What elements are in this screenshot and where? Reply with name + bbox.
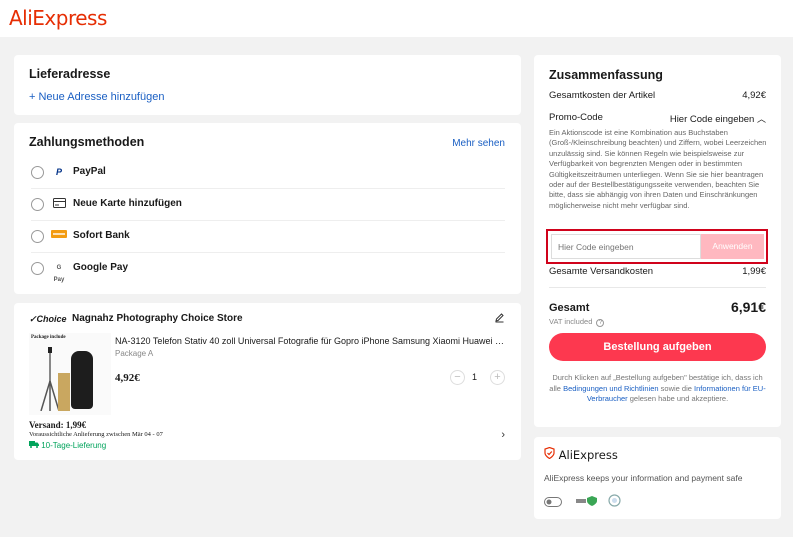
gpay-icon: G Pay [53,265,65,283]
shield-icon [544,446,559,462]
payment-option-google-pay[interactable]: G Pay Google Pay [31,253,505,285]
shipping-value: 1,99€ [742,266,766,277]
promo-toggle-label: Hier Code eingeben [669,114,755,125]
radio-button[interactable] [31,166,44,179]
see-more-link[interactable]: Mehr sehen [452,138,505,149]
box-graphic [58,373,70,411]
promo-code-input[interactable] [551,234,701,259]
address-card: Lieferadresse + Neue Adresse hinzufügen [14,55,521,115]
chevron-right-icon[interactable]: › [501,429,505,441]
divider [549,287,766,288]
quantity-value: 1 [472,372,478,382]
shipping-label: Gesamte Versandkosten [549,266,654,277]
promo-info: Ein Aktionscode ist eine Kombination aus… [549,128,767,210]
chevron-up-icon: ︿ [756,114,766,124]
payment-option-label: Sofort Bank [73,230,130,241]
radio-button[interactable] [31,230,44,243]
vat-label: VAT included [549,317,593,326]
paypal-icon: P [55,167,62,177]
delivery-badge-label: 10-Tage-Lieferung [41,441,107,450]
payment-option-card[interactable]: Neue Karte hinzufügen [31,189,505,221]
promo-label: Promo-Code [549,112,603,123]
image-caption: Package include [31,335,66,340]
product-image[interactable]: Package include [29,333,111,415]
shipping-row: Gesamte Versandkosten 1,99€ [549,266,766,277]
radio-button[interactable] [31,262,44,275]
sofort-icon [51,230,67,242]
verified-badge-icon [576,494,598,506]
bag-graphic [71,351,93,409]
info-icon[interactable]: ? [596,319,605,327]
place-order-button[interactable]: Bestellung aufgeben [549,333,766,361]
payment-option-label: PayPal [73,166,106,177]
payment-title: Zahlungsmethoden [29,135,145,149]
legal-suffix: gelesen habe und akzeptiere. [627,394,729,403]
store-name[interactable]: Nagnahz Photography Choice Store [72,313,243,324]
product-variant: Package A [115,349,154,358]
delivery-badge: 10-Tage-Lieferung [29,441,106,450]
truck-icon [29,441,41,450]
items-total-row: Gesamtkosten der Artikel 4,92€ [549,90,766,101]
trust-logo: AliExpress [544,446,618,462]
legal-text: Durch Klicken auf „Bestellung aufgeben" … [549,373,766,405]
items-total-label: Gesamtkosten der Artikel [549,90,656,101]
add-address-link[interactable]: + Neue Adresse hinzufügen [29,91,164,103]
store-card: ✓Choice Nagnahz Photography Choice Store… [14,303,521,460]
promo-row[interactable]: Promo-Code Hier Code eingeben ︿ [549,112,766,125]
edit-icon[interactable] [494,312,505,326]
estimated-delivery: Voraussichtliche Anlieferung zwischen Mä… [29,431,163,438]
product-title[interactable]: NA-3120 Telefon Stativ 40 zoll Universal… [115,336,507,346]
security-badge-icon [544,494,562,507]
radio-button[interactable] [31,198,44,211]
payment-card: Zahlungsmethoden Mehr sehen P PayPal Neu… [14,123,521,294]
decrease-button[interactable]: − [450,370,465,385]
increase-button[interactable]: + [490,370,505,385]
apply-button[interactable]: Anwenden [701,234,764,259]
top-bar: AliExpress [0,0,793,37]
total-value: 6,91€ [730,299,766,315]
summary-title: Zusammenfassung [549,68,663,82]
vat-note: VAT included ? [549,317,605,327]
legal-mid: sowie die [658,383,694,393]
shipping-cost: Versand: 1,99€ [29,420,87,430]
summary-card: Zusammenfassung Gesamtkosten der Artikel… [534,55,781,427]
items-total-value: 4,92€ [742,90,766,101]
total-label: Gesamt [549,302,590,314]
trust-text: AliExpress keeps your information and pa… [544,473,743,483]
aliexpress-logo[interactable]: AliExpress [9,6,107,30]
payment-option-label: Neue Karte hinzufügen [73,198,182,209]
privacy-badge-icon [608,494,621,507]
payment-option-sofort[interactable]: Sofort Bank [31,221,505,253]
terms-link[interactable]: Bedingungen und Richtlinien [563,384,659,393]
trust-card: AliExpress AliExpress keeps your informa… [534,437,781,519]
promo-toggle[interactable]: Hier Code eingeben ︿ [670,112,766,125]
trust-logo-text: AliExpress [558,448,618,462]
payment-option-paypal[interactable]: P PayPal [31,157,505,189]
address-title: Lieferadresse [29,67,111,81]
product-price: 4,92€ [115,372,140,384]
payment-option-label: Google Pay [73,262,129,273]
quantity-stepper: − 1 + [450,370,506,386]
choice-badge: ✓Choice [29,314,67,324]
promo-code-box: Anwenden [546,229,768,264]
card-icon [51,198,67,210]
